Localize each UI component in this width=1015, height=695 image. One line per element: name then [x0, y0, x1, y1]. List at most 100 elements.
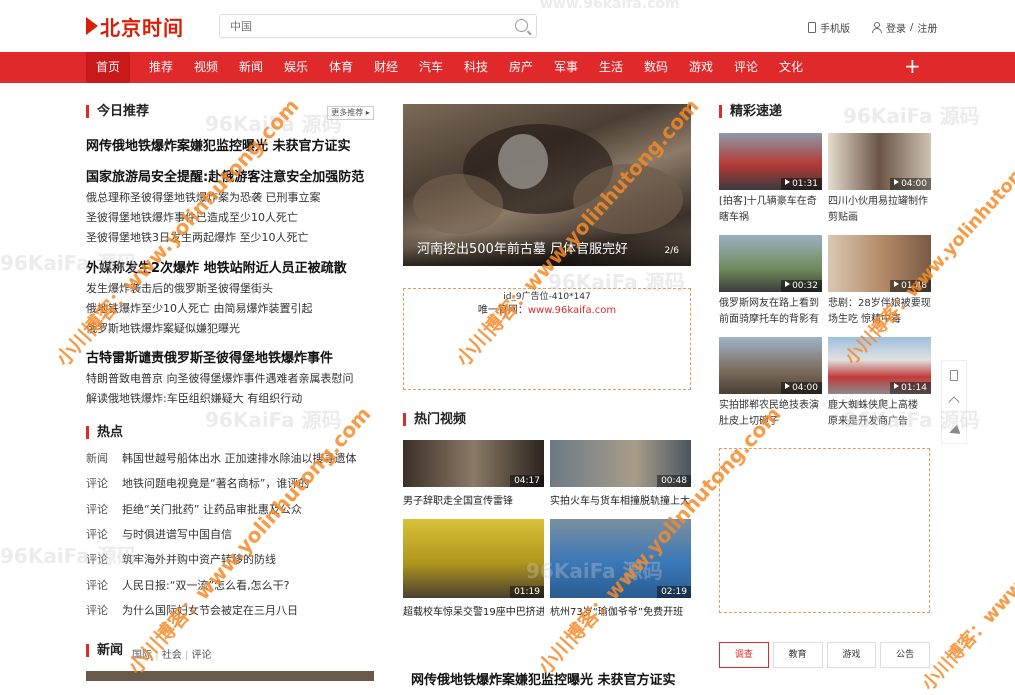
hot-item-text[interactable]: 为什么国际妇女节会被定在三月八日: [122, 604, 298, 617]
nav-item[interactable]: 汽车: [411, 52, 451, 83]
hot-title: 热点: [86, 426, 123, 439]
nav-item[interactable]: 房产: [501, 52, 541, 83]
sub-news-link[interactable]: 发生爆炸袭击后的俄罗斯圣彼得堡街头: [86, 280, 273, 296]
hot-list-item[interactable]: 评论 人民日报:“双一流”怎么看,怎么干?: [86, 577, 289, 593]
news-image[interactable]: [86, 671, 374, 681]
featured-title-link[interactable]: 四川小伙用易拉罐制作剪贴画: [828, 194, 931, 226]
video-title[interactable]: 实拍火车与货车相撞脱轨撞上大: [550, 492, 691, 507]
search-input[interactable]: [220, 16, 500, 38]
photo-slider[interactable]: 河南挖出500年前古墓 尸体官服完好 2/6: [403, 104, 691, 266]
featured-duration-text: 00:32: [792, 281, 818, 291]
slider-counter: 2/6: [664, 246, 679, 256]
mobile-version-link[interactable]: 手机版: [808, 20, 850, 35]
featured-title-link[interactable]: 实拍邯郸农民绝技表演肚皮上切碗子: [719, 398, 822, 430]
nav-item[interactable]: 数码: [636, 52, 676, 83]
poll-tab[interactable]: 公告: [880, 642, 930, 668]
featured-thumbnail[interactable]: 04:00: [719, 337, 822, 394]
ad-slot-right[interactable]: [719, 448, 930, 613]
video-title[interactable]: 超载校车惊呆交警19座中巴挤进: [403, 603, 544, 618]
hot-item-text[interactable]: 地铁问题电视竟是“著名商标”，谁评的: [122, 477, 309, 490]
play-icon: [894, 179, 900, 185]
sub-news-link[interactable]: 俄罗斯地铁爆炸案疑似嫌犯曝光: [86, 320, 240, 336]
hot-item-text[interactable]: 拒绝“关门批药” 让药品审批惠及公众: [122, 503, 302, 516]
featured-duration-text: 04:00: [792, 383, 818, 393]
nav-item[interactable]: 军事: [546, 52, 586, 83]
nav-more-plus-icon[interactable]: +: [904, 52, 921, 81]
news-tab[interactable]: 社会: [162, 650, 182, 661]
nav-item[interactable]: 娱乐: [276, 52, 316, 83]
floating-toolbar: [941, 360, 967, 444]
featured-thumbnail[interactable]: 01:14: [828, 337, 931, 394]
video-title[interactable]: 男子辞职走全国宣传雷锋: [403, 492, 544, 507]
video-title[interactable]: 杭州73岁“瑜伽爷爷”免费开班: [550, 603, 691, 618]
hot-item-text[interactable]: 与时俱进谱写中国自信: [122, 528, 232, 541]
more-recommend-button[interactable]: 更多推荐 ▸: [327, 106, 374, 120]
sub-news-link[interactable]: 俄地铁爆炸至少10人死亡 由简易爆炸装置引起: [86, 300, 313, 316]
sub-news-link[interactable]: 圣彼得堡地铁3日发生两起爆炸 至少10人死亡: [86, 229, 309, 245]
video-thumbnail[interactable]: 02:19: [550, 519, 691, 598]
sub-news-link[interactable]: 解读俄地铁爆炸:车臣组织嫌疑大 有组织行动: [86, 390, 302, 406]
ad-slot-middle[interactable]: id_9广告位-410*147 唯一官网：www.96kaifa.com: [403, 288, 691, 390]
video-thumbnail[interactable]: 00:48: [550, 440, 691, 487]
hot-list-item[interactable]: 评论 拒绝“关门批药” 让药品审批惠及公众: [86, 501, 302, 517]
featured-title-link[interactable]: 悲剧：28岁伴娘被要现场生吃 惊精中毒: [828, 296, 931, 328]
brand-watermark: 96KaiFa 源码: [205, 112, 342, 136]
news-bottom-headline[interactable]: 网传俄地铁爆炸案嫌犯监控曝光 未获官方证实: [411, 669, 676, 688]
search-icon[interactable]: [515, 19, 528, 32]
nav-item[interactable]: 游戏: [681, 52, 721, 83]
nav-item[interactable]: 体育: [321, 52, 361, 83]
hot-list-item[interactable]: 评论 筑牢海外并购中资产转移的防线: [86, 551, 276, 567]
toolbar-home-button[interactable]: [942, 389, 966, 417]
sub-news-link[interactable]: 圣彼得堡地铁爆炸事件已造成至少10人死亡: [86, 209, 298, 225]
headline-link[interactable]: 古特雷斯谴责俄罗斯圣彼得堡地铁爆炸事件: [86, 347, 333, 366]
nav-item[interactable]: 文化: [771, 52, 811, 83]
featured-duration: 01:31: [781, 178, 822, 190]
featured-title-link[interactable]: [拍客]十几辆豪车在奇瞎车祸: [719, 194, 822, 226]
phone-icon: [808, 22, 816, 33]
featured-thumbnail[interactable]: 01:31: [719, 133, 822, 190]
slider-title[interactable]: 河南挖出500年前古墓 尸体官服完好: [417, 238, 628, 257]
ad-site-link[interactable]: www.96kaifa.com: [528, 305, 616, 316]
toolbar-mobile-button[interactable]: [942, 361, 966, 389]
nav-item[interactable]: 生活: [591, 52, 631, 83]
nav-item[interactable]: 首页: [86, 52, 130, 83]
hot-list-item[interactable]: 评论 与时俱进谱写中国自信: [86, 526, 232, 542]
news-tab[interactable]: 评论: [192, 650, 212, 661]
nav-item[interactable]: 推荐: [141, 52, 181, 83]
hot-item-tag: 评论: [86, 477, 108, 491]
featured-title-link[interactable]: 鹿大蜘蛛侠爬上高楼 原来是开发商广告: [828, 398, 931, 430]
toolbar-feedback-button[interactable]: [942, 417, 966, 445]
video-thumbnail[interactable]: 01:19: [403, 519, 544, 598]
headline-link[interactable]: 网传俄地铁爆炸案嫌犯监控曝光 未获官方证实: [86, 135, 351, 154]
nav-item[interactable]: 新闻: [231, 52, 271, 83]
hot-list-item[interactable]: 新闻 韩国世越号船体出水 正加速排水除油以搜寻遗体: [86, 450, 357, 466]
register-link[interactable]: 注册: [917, 20, 937, 35]
nav-item[interactable]: 评论: [726, 52, 766, 83]
featured-thumbnail[interactable]: 04:00: [828, 133, 931, 190]
nav-item[interactable]: 科技: [456, 52, 496, 83]
hot-item-text[interactable]: 韩国世越号船体出水 正加速排水除油以搜寻遗体: [122, 452, 357, 465]
featured-duration: 01:14: [890, 382, 931, 394]
hot-list-item[interactable]: 评论 为什么国际妇女节会被定在三月八日: [86, 602, 298, 618]
headline-link[interactable]: 外媒称发生2次爆炸 地铁站附近人员正被疏散: [86, 257, 347, 276]
featured-thumbnail[interactable]: 00:32: [719, 235, 822, 292]
video-thumbnail[interactable]: 04:17: [403, 440, 544, 487]
sub-news-link[interactable]: 俄总理称圣彼得堡地铁爆炸案为恐袭 已刑事立案: [86, 189, 321, 205]
site-logo[interactable]: 北京时间: [86, 12, 184, 40]
featured-title-link[interactable]: 俄罗斯网友在路上看到前面骑摩托车的背影有: [719, 296, 822, 328]
login-link[interactable]: 登录: [886, 20, 906, 35]
featured-duration: 04:00: [890, 178, 931, 190]
nav-item[interactable]: 视频: [186, 52, 226, 83]
hot-item-text[interactable]: 筑牢海外并购中资产转移的防线: [122, 553, 276, 566]
phone-icon: [950, 369, 958, 381]
poll-tab[interactable]: 调查: [719, 642, 769, 668]
headline-link[interactable]: 国家旅游局安全提醒:赴俄游客注意安全加强防范: [86, 166, 364, 185]
poll-tab[interactable]: 游戏: [826, 642, 877, 668]
sub-news-link[interactable]: 特朗普致电普京 向圣彼得堡爆炸事件遇难者亲属表慰问: [86, 370, 354, 386]
hot-item-text[interactable]: 人民日报:“双一流”怎么看,怎么干?: [122, 579, 289, 592]
nav-item[interactable]: 财经: [366, 52, 406, 83]
poll-tab[interactable]: 教育: [772, 642, 823, 668]
featured-thumbnail[interactable]: 01:48: [828, 235, 931, 292]
hot-list-item[interactable]: 评论 地铁问题电视竟是“著名商标”，谁评的: [86, 475, 309, 491]
news-tab[interactable]: 国际: [132, 650, 152, 661]
